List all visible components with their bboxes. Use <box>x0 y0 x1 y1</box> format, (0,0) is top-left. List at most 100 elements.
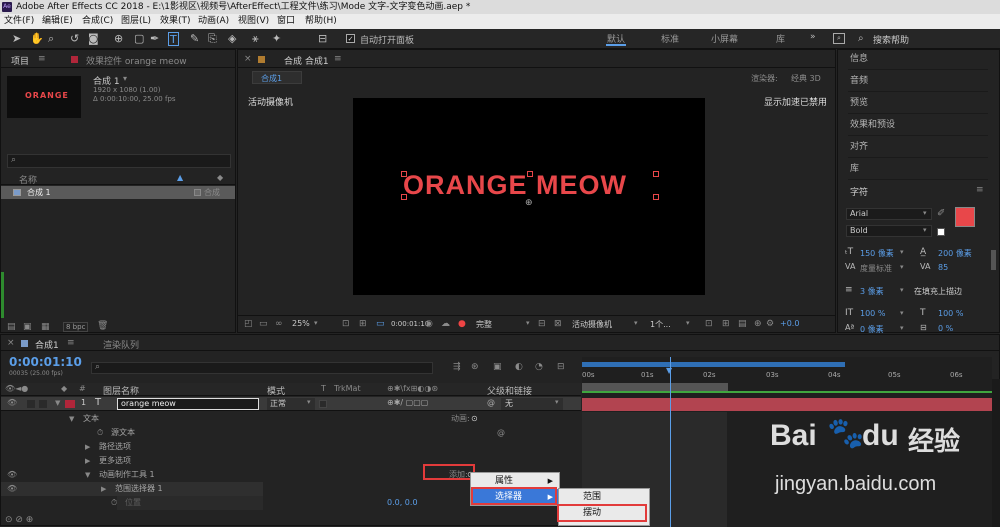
kerning-chevron-down-icon[interactable]: ▾ <box>900 263 904 271</box>
view-count-select[interactable]: 1个... <box>650 319 671 330</box>
stroke-color-swatch[interactable] <box>937 228 945 236</box>
renderer-value[interactable]: 经典 3D <box>791 73 821 84</box>
pan-behind-tool-icon[interactable]: ⊕ <box>114 32 123 46</box>
character-menu-icon[interactable]: ≡ <box>976 185 984 195</box>
layer-mode-select[interactable]: 正常 ▾ <box>267 398 315 410</box>
menu-layer[interactable]: 图层(L) <box>121 14 151 29</box>
pen-tool-icon[interactable]: ✒ <box>150 32 159 46</box>
brush-tool-icon[interactable]: ✎ <box>190 32 199 46</box>
vscale-chevron-down-icon[interactable]: ▾ <box>900 309 904 317</box>
item-label-swatch[interactable] <box>194 189 201 196</box>
font-size-value[interactable]: 150 像素 <box>860 248 894 259</box>
menu-file[interactable]: 文件(F) <box>4 14 34 29</box>
timeline-timecode[interactable]: 0:00:01:10 <box>9 355 82 369</box>
type-tool-icon[interactable]: T <box>168 32 179 46</box>
column-mode[interactable]: 模式 <box>267 384 285 397</box>
quality-select[interactable]: 完整 <box>476 319 492 330</box>
kerning-value[interactable]: 度量标准 <box>860 263 892 274</box>
show-snapshot-icon[interactable]: ☁ <box>441 319 450 329</box>
add-label[interactable]: 添加: <box>449 468 468 482</box>
visibility-eye-icon[interactable]: 👁 <box>7 398 17 407</box>
column-parent[interactable]: 父级和链接 <box>487 384 532 397</box>
expand-range-selector-icon[interactable]: ▶ <box>101 482 106 496</box>
layer-duration-bar[interactable] <box>582 398 992 411</box>
quality-chevron-down-icon[interactable]: ▾ <box>526 319 530 327</box>
expand-text-icon[interactable]: ▼ <box>69 412 74 426</box>
reset-exposure-icon[interactable]: ⚙ <box>766 319 774 329</box>
tab-project[interactable]: 项目 <box>11 54 29 67</box>
stroke-width-value[interactable]: 3 像素 <box>860 286 884 297</box>
rotate-tool-icon[interactable]: ↺ <box>70 32 79 46</box>
timeline-close-icon[interactable]: × <box>7 338 15 348</box>
submenu-item-range[interactable]: 范围 <box>559 489 649 505</box>
column-name-header[interactable]: 名称 <box>19 173 37 186</box>
puppet-tool-icon[interactable]: ✦ <box>272 32 281 46</box>
solo-switch[interactable] <box>39 400 47 408</box>
fill-color-swatch[interactable] <box>955 207 975 227</box>
region-icon[interactable]: ⊡ <box>342 319 350 329</box>
vr-icon[interactable]: ∞ <box>275 319 283 329</box>
sort-up-icon[interactable]: ▲ <box>177 173 183 182</box>
new-comp-icon[interactable]: ▦ <box>41 322 50 332</box>
column-layer-name[interactable]: 图层名称 <box>103 384 139 397</box>
comp-breadcrumb[interactable]: 合成1 <box>252 71 302 84</box>
position-value[interactable]: 0.0, 0.0 <box>387 496 418 510</box>
camera-tool-icon[interactable]: ◙ <box>88 32 99 46</box>
timeline-search-input[interactable]: ⌕ <box>91 362 433 374</box>
prop-row-more-options[interactable]: ▶ 更多选项 <box>1 454 581 468</box>
animate-add-icon[interactable]: ⊙ <box>471 412 478 426</box>
text-handle[interactable] <box>653 171 659 177</box>
zoom-select[interactable]: 25% <box>292 319 310 328</box>
exposure-value[interactable]: +0.0 <box>780 319 799 328</box>
new-folder-icon[interactable]: ▣ <box>23 322 32 332</box>
comp-panel-close-icon[interactable]: × <box>244 54 252 64</box>
camera-chevron-down-icon[interactable]: ▾ <box>634 319 638 327</box>
panel-align[interactable]: 对齐 <box>848 136 988 158</box>
leading-value[interactable]: 200 像素 <box>938 248 972 259</box>
text-handle[interactable] <box>401 171 407 177</box>
current-time-indicator[interactable] <box>670 357 671 527</box>
panel-effects-presets[interactable]: 效果和预设 <box>848 114 988 136</box>
tab-composition[interactable]: 合成 合成1 <box>284 54 329 67</box>
menu-view[interactable]: 视图(V) <box>238 14 269 29</box>
channel-icon[interactable]: ● <box>458 319 466 329</box>
selector-eye-icon[interactable]: 👁 <box>7 482 17 496</box>
menu-animation[interactable]: 动画(A) <box>198 14 229 29</box>
search-help-input[interactable]: 搜索帮助 <box>873 33 909 46</box>
bpc-button[interactable]: 8 bpc <box>63 322 89 332</box>
animator-eye-icon[interactable]: 👁 <box>7 468 17 482</box>
tracking-value[interactable]: 85 <box>938 263 948 272</box>
font-size-chevron-down-icon[interactable]: ▾ <box>900 248 904 256</box>
workspace-small-screen[interactable]: 小屏幕 <box>711 32 738 45</box>
font-family-select[interactable]: Arial ▾ <box>846 208 932 220</box>
preserve-transparency-checkbox[interactable] <box>319 400 327 408</box>
right-panel-scrollbar[interactable] <box>991 250 996 270</box>
panel-library[interactable]: 库 <box>848 158 988 180</box>
toggle-pixel-icon[interactable]: ⊡ <box>705 319 713 329</box>
work-area-bar[interactable] <box>582 362 845 367</box>
panel-audio[interactable]: 音频 <box>848 70 988 92</box>
prop-row-source-text[interactable]: ⏱ 源文本 @ <box>1 426 581 440</box>
stroke-width-chevron-down-icon[interactable]: ▾ <box>900 286 904 294</box>
roi-icon[interactable]: ⊟ <box>538 319 546 329</box>
frame-blend-icon[interactable]: ◐ <box>515 362 523 372</box>
stopwatch-icon[interactable]: ⏱ <box>97 426 103 440</box>
anchor-point-icon[interactable]: ⊕ <box>525 198 533 208</box>
stroke-mode-select[interactable]: 在填充上描边 <box>914 286 962 297</box>
expand-path-options-icon[interactable]: ▶ <box>85 440 90 454</box>
layer-name-field[interactable]: orange meow <box>117 398 259 410</box>
shy-layers-icon[interactable]: ▣ <box>493 362 502 372</box>
tsume-value[interactable]: 0 % <box>938 324 953 333</box>
timeline-icon[interactable]: ▤ <box>738 319 747 329</box>
expression-icon[interactable]: @ <box>497 426 505 440</box>
roto-tool-icon[interactable]: ⚹ <box>252 32 259 46</box>
menu-help[interactable]: 帮助(H) <box>305 14 337 29</box>
label-tag-icon[interactable]: ◆ <box>217 173 223 182</box>
snap-icon[interactable]: ⊟ <box>318 32 327 46</box>
always-preview-icon[interactable]: ◰ <box>244 319 253 329</box>
text-handle[interactable] <box>653 194 659 200</box>
snapshot-icon[interactable]: ◉ <box>425 319 433 329</box>
flowchart-icon[interactable]: ⊕ <box>754 319 762 329</box>
project-search-input[interactable]: ⌕ <box>7 154 231 168</box>
fast-preview-icon[interactable]: ⊞ <box>722 319 730 329</box>
